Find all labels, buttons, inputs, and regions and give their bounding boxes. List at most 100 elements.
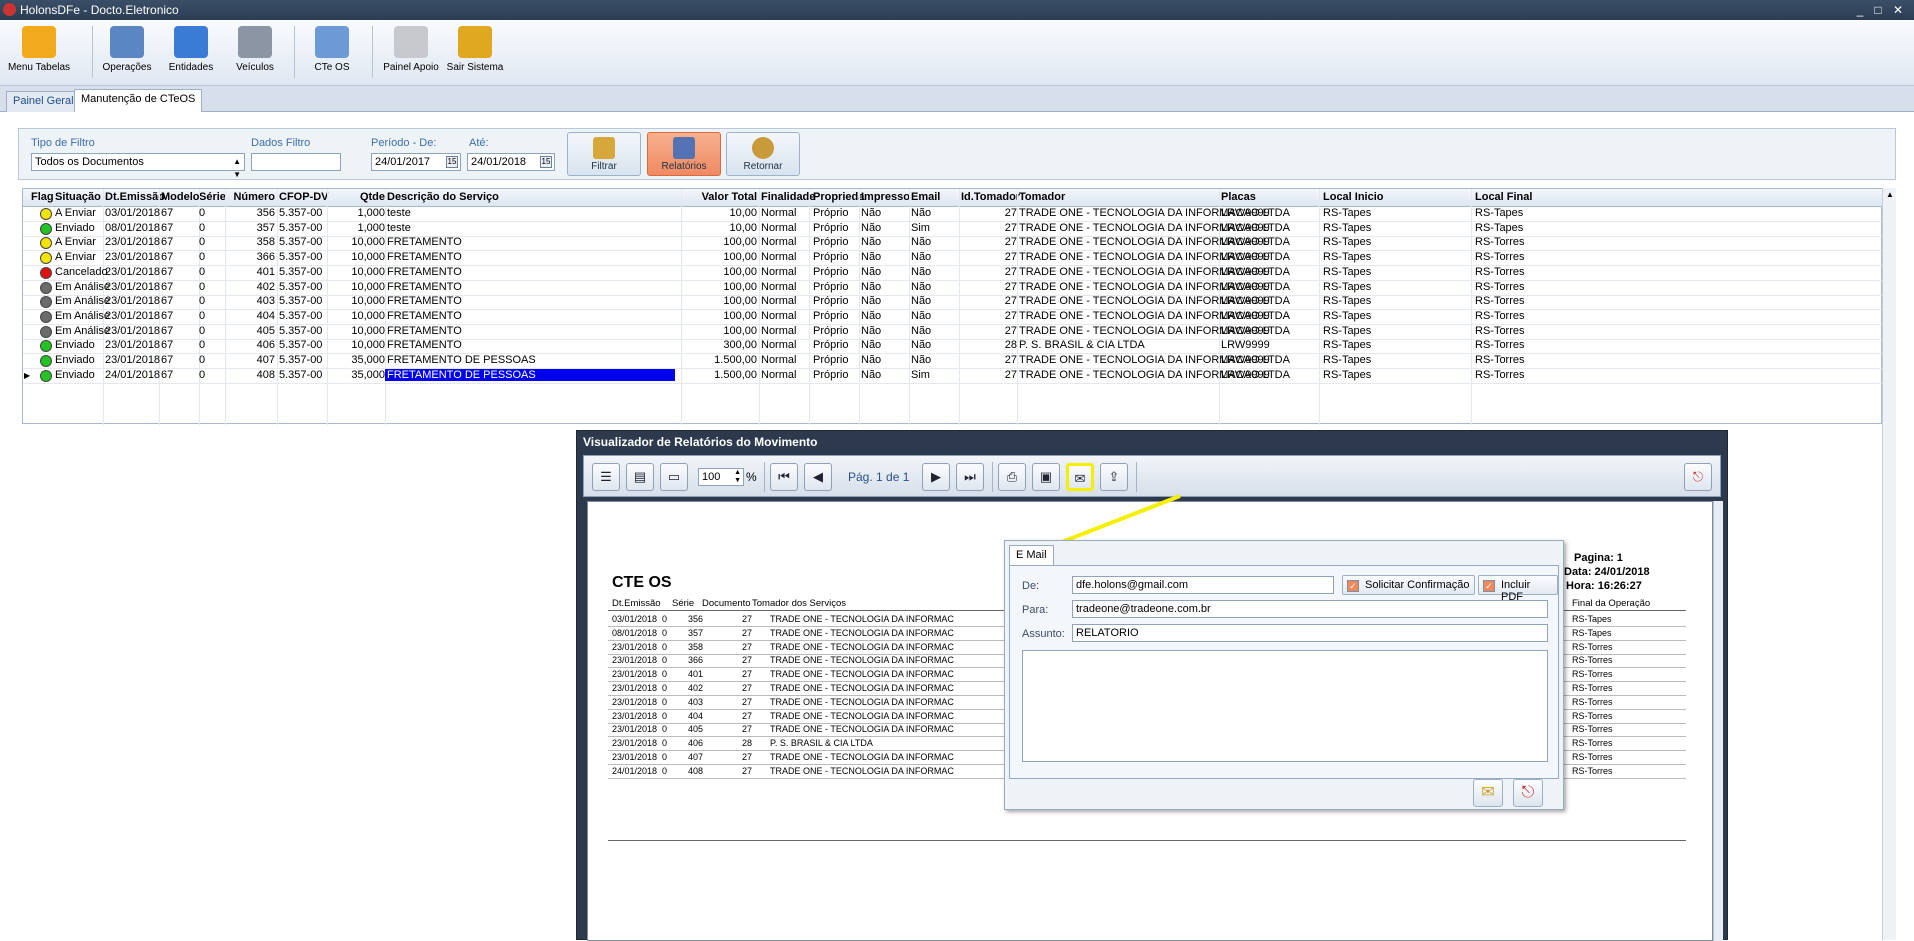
viewer-scrollbar[interactable] (1713, 501, 1723, 941)
outline-view-icon[interactable]: ☰ (592, 463, 620, 491)
cell-modelo: 67 (161, 354, 174, 366)
column-header[interactable]: Id.Tomador (961, 191, 1020, 203)
cell-modelo: 67 (161, 324, 174, 337)
cteos-grid[interactable]: Flag Situação Dt.Emissão Modelo Série Número C… (22, 188, 1883, 425)
column-header[interactable]: Número (227, 191, 275, 203)
tab-manutencao-cteos[interactable]: Manutenção de CTeOS (74, 89, 203, 113)
column-header[interactable]: Modelo (161, 191, 200, 203)
cell-serie: 0 (199, 309, 206, 322)
maximize-button[interactable]: □ (1870, 0, 1886, 20)
periodo-ate-input[interactable]: 24/01/2018 15 (467, 153, 555, 171)
column-header[interactable]: CFOP-DV (279, 191, 329, 203)
send-email-icon[interactable]: ✉ (1473, 779, 1503, 807)
zoom-input[interactable]: 100 ▲ ▼ (698, 468, 744, 486)
table-row[interactable]: Enviado 08/01/2018 67 0 357 5.357-00 1,000 test… (23, 222, 1883, 237)
column-header[interactable]: Flag (31, 191, 54, 203)
whole-page-icon[interactable]: ▭ (660, 463, 688, 491)
cell-modelo: 67 (161, 207, 174, 219)
painel-apoio-button[interactable]: Painel Apoio (380, 24, 442, 82)
column-header[interactable]: Tomador (1019, 191, 1065, 203)
sair-sistema-button[interactable]: Sair Sistema (446, 24, 504, 82)
report-cell-doc: 403 (688, 696, 704, 707)
cell-valor: 100,00 (723, 265, 757, 278)
cell-numero: 358 (256, 236, 275, 249)
periodo-de-input[interactable]: 24/01/2017 15 (371, 153, 461, 171)
table-row[interactable]: Em Análise 23/01/2018 67 0 404 5.357-00 10,000… (23, 310, 1883, 325)
cell-impresso: Não (861, 221, 882, 234)
tab-painel-geral[interactable]: Painel Geral (6, 91, 81, 112)
report-cell-serie: 0 (662, 752, 668, 762)
table-row[interactable]: ▶ Enviado 24/01/2018 67 0 408 5.357-00 35,000 FR… (23, 368, 1883, 384)
cte-os-button[interactable]: CTe OS (304, 24, 360, 82)
cell-impresso: Não (861, 295, 882, 308)
page-width-icon[interactable]: ▤ (626, 463, 654, 491)
cell-propriedade: Próprio (813, 368, 849, 381)
print-icon[interactable]: ⎙ (998, 463, 1026, 491)
cell-situacao: Enviado (55, 221, 95, 234)
column-header[interactable]: Email (911, 191, 940, 203)
relatorios-button[interactable]: Relatórios (647, 132, 721, 176)
column-header[interactable]: Local Final (1475, 191, 1532, 203)
tipo-filtro-label: Tipo de Filtro (31, 137, 95, 149)
cell-valor: 100,00 (723, 324, 757, 337)
next-page-icon[interactable]: ▶ (922, 463, 950, 491)
table-row[interactable]: Cancelado 23/01/2018 67 0 401 5.357-00 10,000 F… (23, 266, 1883, 281)
column-header[interactable]: Proprieda (813, 191, 864, 203)
column-header[interactable]: Situação (55, 191, 101, 203)
column-header[interactable]: Impresso (861, 191, 910, 203)
operacoes-button[interactable]: Operações (100, 24, 154, 82)
cell-finalidade: Normal (761, 354, 797, 366)
report-cell-nome: TRADE ONE - TECNOLOGIA DA INFORMAC (770, 683, 954, 693)
table-row[interactable]: A Enviar 03/01/2018 67 0 356 5.357-00 1,000 tes… (23, 207, 1883, 222)
table-row[interactable]: Em Análise 23/01/2018 67 0 405 5.357-00 10,000… (23, 325, 1883, 340)
tab-email[interactable]: E Mail (1009, 545, 1054, 565)
table-row[interactable]: Em Análise 23/01/2018 67 0 403 5.357-00 10,000… (23, 295, 1883, 311)
export-icon[interactable]: ⇪ (1100, 463, 1128, 491)
tipo-filtro-select[interactable]: Todos os Documentos ▲ ▼ (31, 153, 245, 179)
incluir-pdf-checkbox[interactable]: ✓ Incluir PDF (1478, 575, 1558, 603)
email-icon[interactable]: ✉ (1066, 463, 1094, 491)
column-header[interactable]: Descrição do Serviço (387, 191, 499, 203)
email-body-textarea[interactable] (1022, 650, 1548, 762)
dados-filtro-input[interactable] (251, 153, 341, 171)
table-row[interactable]: Enviado 23/01/2018 67 0 406 5.357-00 10,000 FRE… (23, 339, 1883, 355)
scroll-up-icon[interactable]: ▲ (1886, 190, 1894, 199)
table-row[interactable]: A Enviar 23/01/2018 67 0 358 5.357-00 10,000 FR… (23, 236, 1883, 252)
column-header[interactable]: Placas (1221, 191, 1256, 203)
table-row[interactable]: Enviado 23/01/2018 67 0 407 5.357-00 35,000 FRE… (23, 354, 1883, 369)
minimize-button[interactable]: _ (1852, 0, 1868, 20)
close-dialog-icon[interactable]: ⎋ (1513, 779, 1543, 807)
column-header[interactable]: Finalidade (761, 191, 815, 203)
prev-page-icon[interactable]: ◀ (804, 463, 832, 491)
para-input[interactable]: tradeone@tradeone.com.br (1072, 600, 1548, 618)
column-header[interactable]: Série (199, 191, 226, 203)
cell-finalidade: Normal (761, 309, 797, 322)
de-input[interactable]: dfe.holons@gmail.com (1072, 576, 1334, 594)
column-header[interactable]: Qtde (327, 191, 385, 203)
cell-final: RS-Torres (1475, 324, 1525, 337)
calendar-icon[interactable]: 15 (540, 156, 552, 168)
table-row[interactable]: A Enviar 23/01/2018 67 0 366 5.357-00 10,000 FR… (23, 251, 1883, 267)
retornar-button[interactable]: Retornar (726, 132, 800, 176)
column-header[interactable]: Dt.Emissão (105, 191, 165, 203)
close-window-button[interactable]: ✕ (1890, 0, 1906, 20)
spin-arrows-icon[interactable]: ▲ ▼ (734, 469, 741, 485)
save-icon[interactable]: ▣ (1032, 463, 1060, 491)
database-add-icon (174, 26, 208, 58)
column-header[interactable]: Local Inicio (1323, 191, 1384, 203)
veiculos-button[interactable]: Veículos (228, 24, 282, 82)
menu-tabelas-button[interactable]: Menu Tabelas (4, 24, 74, 82)
last-page-icon[interactable]: ⏭ (956, 463, 984, 491)
solicitar-confirmacao-checkbox[interactable]: ✓ Solicitar Confirmação (1342, 575, 1475, 595)
filtrar-button[interactable]: Filtrar (567, 132, 641, 176)
assunto-input[interactable]: RELATORIO (1072, 624, 1548, 642)
column-header[interactable]: Valor Total (683, 191, 757, 203)
entidades-button[interactable]: Entidades (164, 24, 218, 82)
vertical-scrollbar[interactable]: ▲ (1882, 188, 1896, 940)
table-row[interactable]: Em Análise 23/01/2018 67 0 402 5.357-00 10,000… (23, 281, 1883, 296)
first-page-icon[interactable]: ⏮ (770, 463, 798, 491)
cell-modelo: 67 (161, 368, 174, 381)
close-viewer-icon[interactable]: ⎋ (1684, 463, 1712, 491)
calendar-icon[interactable]: 15 (446, 156, 458, 168)
cell-modelo: 67 (161, 309, 174, 322)
